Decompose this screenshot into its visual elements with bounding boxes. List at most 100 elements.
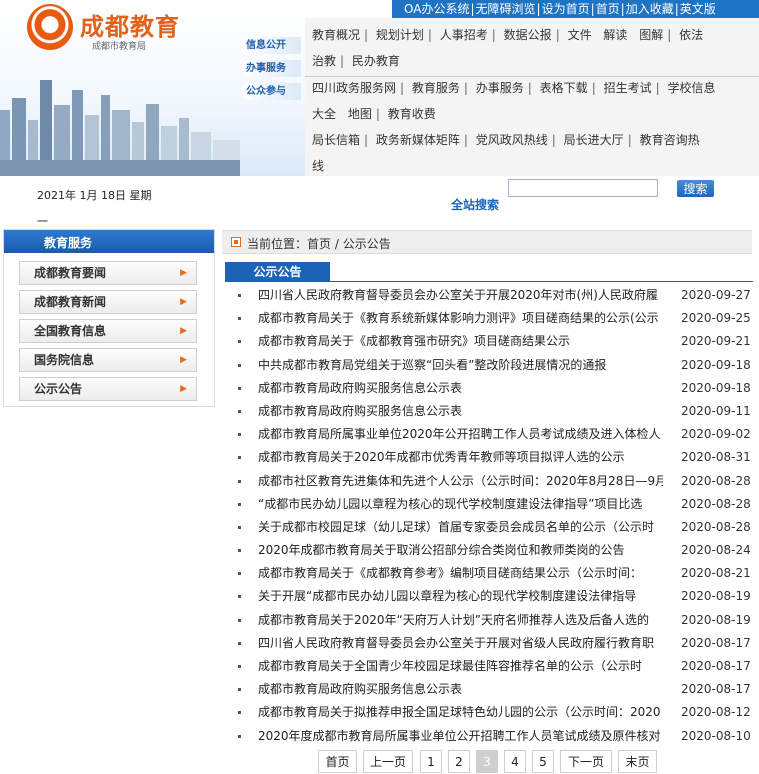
article-title[interactable]: 成都市教育局关于全国青少年校园足球最佳阵容推荐名单的公示（公示时 bbox=[258, 655, 663, 678]
list-item[interactable]: 四川省人民政府教育督导委员会办公室关于开展对省级人民政府履行教育职 2020-08… bbox=[232, 632, 752, 655]
nav-education-fees[interactable]: 教育收费 bbox=[388, 107, 436, 121]
nav-recruitment[interactable]: 人事招考 bbox=[440, 28, 488, 42]
nav-map[interactable]: 地图 bbox=[348, 107, 372, 121]
nav-law-governance-cont[interactable]: 治教 bbox=[312, 54, 336, 68]
breadcrumb-path[interactable]: 首页 / 公示公告 bbox=[307, 237, 391, 251]
english-link[interactable]: 英文版 bbox=[680, 2, 716, 16]
article-title[interactable]: 2020年度成都市教育局所属事业单位公开招聘工作人员笔试成绩及原件核对 bbox=[258, 725, 663, 748]
nav-education-overview[interactable]: 教育概况 bbox=[312, 28, 360, 42]
list-item[interactable]: 关于开展“成都市民办幼儿园以章程为核心的现代学校制度建设法律指导 2020-08-… bbox=[232, 585, 752, 608]
separator: | bbox=[620, 2, 625, 16]
list-item[interactable]: 中共成都市教育局党组关于巡察“回头看”整改阶段进展情况的通报 2020-09-18 bbox=[232, 354, 752, 377]
article-title[interactable]: 2020年成都市教育局关于取消公招部分综合类岗位和教师类岗的公告 bbox=[258, 539, 663, 562]
nav-law-governance[interactable]: 依法 bbox=[679, 28, 703, 42]
nav-consult-hotline[interactable]: 教育咨询热 bbox=[640, 133, 700, 147]
article-title[interactable]: 成都市教育局政府购买服务信息公示表 bbox=[258, 400, 663, 423]
sidebar-item-announcements[interactable]: 公示公告 ▶ bbox=[19, 377, 197, 401]
nav-row: 四川政务服务网 | 教育服务 | 办事服务 | 表格下载 | 招生考试 | 学校信息 bbox=[312, 81, 716, 95]
article-title[interactable]: 成都市教育局政府购买服务信息公示表 bbox=[258, 377, 663, 400]
services-pill[interactable]: 办事服务 bbox=[241, 60, 301, 77]
article-title[interactable]: 成都市教育局政府购买服务信息公示表 bbox=[258, 678, 663, 701]
list-item[interactable]: 2020年成都市教育局关于取消公招部分综合类岗位和教师类岗的公告 2020-08-… bbox=[232, 539, 752, 562]
nav-admission-exam[interactable]: 招生考试 bbox=[604, 81, 652, 95]
sidebar-item-national-info[interactable]: 全国教育信息 ▶ bbox=[19, 319, 197, 343]
article-title[interactable]: 成都市社区教育先进集体和先进个人公示（公示时间：2020年8月28日—9月 bbox=[258, 470, 663, 493]
list-item[interactable]: 成都市教育局政府购买服务信息公示表 2020-09-18 bbox=[232, 377, 752, 400]
nav-education-service[interactable]: 教育服务 bbox=[412, 81, 460, 95]
public-participation-pill[interactable]: 公众参与 bbox=[241, 83, 301, 100]
prev-page-button[interactable]: 上一页 bbox=[363, 750, 413, 773]
list-item[interactable]: 成都市教育局关于拟推荐申报全国足球特色幼儿园的公示（公示时间：2020 2020-… bbox=[232, 701, 752, 724]
article-title[interactable]: 关于开展“成都市民办幼儿园以章程为核心的现代学校制度建设法律指导 bbox=[258, 585, 663, 608]
article-title[interactable]: 成都市教育局关于《成都教育强市研究》项目磋商结果公示 bbox=[258, 330, 663, 353]
article-title[interactable]: 中共成都市教育局党组关于巡察“回头看”整改阶段进展情况的通报 bbox=[258, 354, 663, 377]
bullet-icon bbox=[238, 502, 241, 506]
page-1-button[interactable]: 1 bbox=[420, 750, 442, 773]
article-title[interactable]: 成都市教育局关于《成都教育参考》编制项目磋商结果公示（公示时间： bbox=[258, 562, 663, 585]
add-favorite-link[interactable]: 加入收藏 bbox=[626, 2, 674, 16]
article-date: 2020-08-19 bbox=[681, 589, 751, 604]
nav-hotline[interactable]: 党风政风热线 bbox=[476, 133, 548, 147]
set-homepage-link[interactable]: 设为首页 bbox=[542, 2, 590, 16]
list-item[interactable]: 关于成都市校园足球（幼儿足球）首届专家委员会成员名单的公示（公示时 2020-08… bbox=[232, 516, 752, 539]
list-item[interactable]: 成都市教育局关于《成都教育参考》编制项目磋商结果公示（公示时间： 2020-08-… bbox=[232, 562, 752, 585]
article-title[interactable]: 成都市教育局关于2020年成都市优秀青年教师等项目拟评人选的公示 bbox=[258, 446, 663, 469]
nav-data-bulletin[interactable]: 数据公报 bbox=[504, 28, 552, 42]
list-item[interactable]: 成都市教育局政府购买服务信息公示表 2020-08-17 bbox=[232, 678, 752, 701]
nav-school-info[interactable]: 学校信息 bbox=[667, 81, 715, 95]
page-2-button[interactable]: 2 bbox=[448, 750, 470, 773]
search-input[interactable] bbox=[508, 179, 658, 197]
list-item[interactable]: 成都市社区教育先进集体和先进个人公示（公示时间：2020年8月28日—9月 202… bbox=[232, 470, 752, 493]
article-title[interactable]: 关于成都市校园足球（幼儿足球）首届专家委员会成员名单的公示（公示时 bbox=[258, 516, 663, 539]
first-page-button[interactable]: 首页 bbox=[318, 750, 357, 773]
list-item[interactable]: 四川省人民政府教育督导委员会办公室关于开展2020年对市(州)人民政府履 2020… bbox=[232, 284, 752, 307]
list-item[interactable]: 成都市教育局所属事业单位2020年公开招聘工作人员考试成绩及进入体检人 2020-… bbox=[232, 423, 752, 446]
search-button[interactable]: 搜索 bbox=[677, 180, 714, 197]
nav-sichuan-service[interactable]: 四川政务服务网 bbox=[312, 81, 396, 95]
article-title[interactable]: 成都市教育局所属事业单位2020年公开招聘工作人员考试成绩及进入体检人 bbox=[258, 423, 663, 446]
list-item[interactable]: 2020年度成都市教育局所属事业单位公开招聘工作人员笔试成绩及原件核对 2020-… bbox=[232, 725, 752, 748]
section-tab-announcements: 公示公告 bbox=[225, 262, 330, 282]
nav-new-media[interactable]: 政务新媒体矩阵 bbox=[376, 133, 460, 147]
sidebar-item-state-council[interactable]: 国务院信息 ▶ bbox=[19, 348, 197, 372]
list-item[interactable]: 成都市教育局关于全国青少年校园足球最佳阵容推荐名单的公示（公示时 2020-08-… bbox=[232, 655, 752, 678]
nav-director-hall[interactable]: 局长进大厅 bbox=[564, 133, 624, 147]
article-title[interactable]: 成都市教育局关于《教育系统新媒体影响力测评》项目磋商结果的公示(公示 bbox=[258, 307, 663, 330]
article-date: 2020-08-21 bbox=[681, 566, 751, 581]
nav-affairs-service[interactable]: 办事服务 bbox=[476, 81, 524, 95]
page-5-button[interactable]: 5 bbox=[532, 750, 554, 773]
site-logo-title[interactable]: 成都教育 bbox=[80, 7, 180, 42]
list-item[interactable]: 成都市教育局关于《成都教育强市研究》项目磋商结果公示 2020-09-21 bbox=[232, 330, 752, 353]
nav-form-download[interactable]: 表格下载 bbox=[540, 81, 588, 95]
next-page-button[interactable]: 下一页 bbox=[560, 750, 612, 773]
sidebar-item-chengdu-news[interactable]: 成都教育新闻 ▶ bbox=[19, 290, 197, 314]
list-item[interactable]: 成都市教育局关于《教育系统新媒体影响力测评》项目磋商结果的公示(公示 2020-0… bbox=[232, 307, 752, 330]
article-title[interactable]: 成都市教育局关于2020年“天府万人计划”天府名师推荐人选及后备人选的 bbox=[258, 609, 663, 632]
accessibility-link[interactable]: 无障碍浏览 bbox=[476, 2, 536, 16]
nav-school-info-cont[interactable]: 大全 bbox=[312, 107, 336, 121]
list-item[interactable]: 成都市教育局关于2020年“天府万人计划”天府名师推荐人选及后备人选的 2020-… bbox=[232, 609, 752, 632]
nav-planning[interactable]: 规划计划 bbox=[376, 28, 424, 42]
article-title[interactable]: 四川省人民政府教育督导委员会办公室关于开展对省级人民政府履行教育职 bbox=[258, 632, 663, 655]
article-title[interactable]: “成都市民办幼儿园以章程为核心的现代学校制度建设法律指导”项目比选 bbox=[258, 493, 663, 516]
list-item[interactable]: “成都市民办幼儿园以章程为核心的现代学校制度建设法律指导”项目比选 2020-08… bbox=[232, 493, 752, 516]
article-title[interactable]: 四川省人民政府教育督导委员会办公室关于开展2020年对市(州)人民政府履 bbox=[258, 284, 663, 307]
sidebar-item-chengdu-headlines[interactable]: 成都教育要闻 ▶ bbox=[19, 261, 197, 285]
oa-link[interactable]: OA办公系统 bbox=[404, 2, 469, 16]
page-4-button[interactable]: 4 bbox=[504, 750, 526, 773]
nav-director-mailbox[interactable]: 局长信箱 bbox=[312, 133, 360, 147]
last-page-button[interactable]: 末页 bbox=[618, 750, 657, 773]
info-disclosure-pill[interactable]: 信息公开 bbox=[241, 37, 301, 54]
article-title[interactable]: 成都市教育局关于拟推荐申报全国足球特色幼儿园的公示（公示时间：2020 bbox=[258, 701, 663, 724]
nav-documents[interactable]: 文件 bbox=[568, 28, 592, 42]
bullet-icon bbox=[238, 525, 241, 529]
nav-illustration[interactable]: 图解 bbox=[639, 28, 663, 42]
nav-consult-hotline-cont[interactable]: 线 bbox=[312, 159, 324, 173]
list-item[interactable]: 成都市教育局关于2020年成都市优秀青年教师等项目拟评人选的公示 2020-08-… bbox=[232, 446, 752, 469]
home-link[interactable]: 首页 bbox=[596, 2, 620, 16]
site-search-label[interactable]: 全站搜索 bbox=[451, 196, 499, 213]
nav-interpretation[interactable]: 解读 bbox=[603, 28, 627, 42]
list-item[interactable]: 成都市教育局政府购买服务信息公示表 2020-09-11 bbox=[232, 400, 752, 423]
page-3-button[interactable]: 3 bbox=[476, 750, 498, 773]
nav-private-education[interactable]: 民办教育 bbox=[352, 54, 400, 68]
